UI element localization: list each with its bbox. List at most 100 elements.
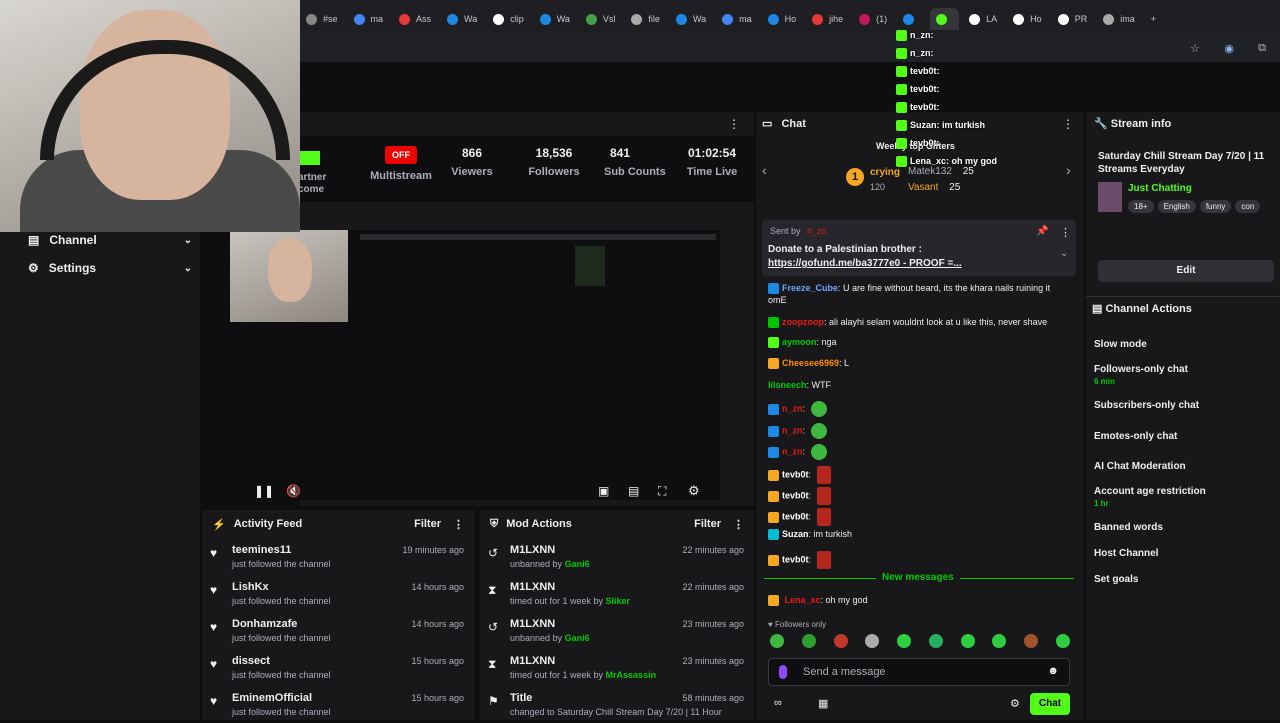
emoji-icon[interactable]: ☻ [1047, 665, 1059, 677]
more-icon[interactable]: ⋮ [1062, 117, 1074, 131]
channel-action-item[interactable]: Host Channel [1094, 548, 1158, 559]
emote-picker-icon[interactable]: ∞ [774, 697, 782, 709]
chat-username[interactable]: Lena_xc [785, 595, 821, 605]
stream-preview[interactable] [230, 230, 720, 500]
gear-icon[interactable]: ⚙ [1010, 697, 1020, 710]
fullscreen-icon[interactable]: ⛶ [658, 484, 666, 499]
activity-row[interactable]: ♥ Donhamzafe just followed the channel 14 h… [202, 612, 474, 649]
browser-tab[interactable]: file [625, 8, 666, 30]
chat-username[interactable]: tevb0t [782, 469, 809, 479]
chat-message[interactable]: tevb0t: [768, 508, 834, 526]
chat-message[interactable]: tevb0t: [768, 466, 834, 484]
sidebar-item-settings[interactable]: ⚙ Settings ⌄ [28, 256, 192, 280]
gift-icon[interactable]: ▦ [818, 697, 828, 710]
chat-message[interactable]: lilsneech: WTF [768, 380, 831, 390]
chat-message[interactable]: tevb0t: [768, 551, 834, 569]
chat-username[interactable]: n_zn [782, 425, 803, 435]
category-name[interactable]: Just Chatting [1128, 183, 1192, 194]
browser-tab[interactable]: clip [487, 8, 530, 30]
channel-action-item[interactable]: Emotes-only chat [1094, 431, 1177, 442]
chat-username[interactable]: tevb0t [782, 490, 809, 500]
channel-action-item[interactable]: Slow mode [1094, 339, 1147, 350]
gear-icon[interactable]: ⚙ [688, 483, 700, 499]
browser-tab[interactable]: ima [1097, 8, 1141, 30]
new-tab-button[interactable]: + [1145, 8, 1162, 30]
extension-icon[interactable]: ◉ [1224, 42, 1234, 55]
chevron-down-icon[interactable]: ⌄ [1060, 248, 1068, 259]
chat-username[interactable]: aymoon [782, 337, 817, 347]
gifter-name[interactable]: Vasant [908, 182, 938, 193]
emote-icon[interactable] [897, 634, 912, 648]
browser-tab[interactable]: jihe [806, 8, 849, 30]
mod-action-row[interactable]: ↺ M1LXNN unbanned by Gani6 23 minutes ago [480, 612, 754, 649]
browser-tab[interactable]: ma [348, 8, 390, 30]
browser-tab[interactable]: Ho [762, 8, 803, 30]
browser-tab[interactable]: Vsl [580, 8, 622, 30]
channel-action-item[interactable]: Account age restriction 1 hr [1094, 486, 1206, 508]
browser-tab[interactable]: (1) [853, 8, 893, 30]
activity-row[interactable]: ♥ teemines11 just followed the channel 19 m… [202, 538, 474, 575]
browser-tab[interactable]: ma [716, 8, 758, 30]
stream-tag[interactable]: con [1235, 200, 1261, 213]
more-icon[interactable]: ⋮ [733, 518, 744, 531]
chat-input[interactable]: Send a message ☻ [768, 658, 1070, 686]
multistream-stat[interactable]: OFF Multistream [366, 146, 436, 182]
chat-username[interactable]: n_zn [782, 403, 803, 413]
emote-icon[interactable] [833, 634, 848, 648]
pinned-message[interactable]: Sent by n_zn 📌 ⋮ Donate to a Palestinian… [762, 220, 1076, 276]
browser-tab[interactable]: Wa [534, 8, 576, 30]
chat-message[interactable]: aymoon: nga [768, 337, 837, 349]
stream-tag[interactable]: funny [1199, 200, 1232, 213]
chat-message[interactable]: Suzan: im turkish [768, 529, 852, 541]
pause-icon[interactable]: ❚❚ [254, 484, 274, 498]
moderator-name[interactable]: MrAssassin [606, 670, 657, 680]
mic-icon[interactable] [779, 665, 787, 679]
emote-icon[interactable] [928, 634, 943, 648]
browser-tab[interactable] [897, 8, 926, 30]
gifter-name[interactable]: Matek132 [908, 166, 952, 177]
chat-username[interactable]: zoopzoop [782, 317, 824, 327]
browser-tab[interactable]: Wa [441, 8, 483, 30]
chevron-right-icon[interactable]: › [1066, 162, 1071, 178]
channel-action-item[interactable]: Set goals [1094, 574, 1138, 585]
bookmark-star-icon[interactable]: ☆ [1190, 42, 1200, 55]
browser-tab[interactable]: Ho [1007, 8, 1048, 30]
emote-icon[interactable] [865, 634, 880, 648]
emote-icon[interactable] [1055, 634, 1070, 648]
chat-username[interactable]: n_zn [782, 446, 803, 456]
channel-action-item[interactable]: Subscribers-only chat [1094, 400, 1199, 411]
chat-message[interactable]: Freeze_Cube: U are fine without beard, i… [768, 282, 1068, 306]
chat-message[interactable]: Cheesee6969: L [768, 358, 849, 370]
chevron-left-icon[interactable]: ‹ [762, 162, 767, 178]
activity-row[interactable]: ♥ dissect just followed the channel 15 hour… [202, 649, 474, 686]
chat-message[interactable]: Lena_xc: oh my god [768, 595, 868, 607]
moderator-name[interactable]: Sliker [606, 596, 631, 606]
activity-row[interactable]: ♥ LishKx just followed the channel 14 hours… [202, 575, 474, 612]
address-bar[interactable]: ☆ ◉ ⧉ [300, 36, 1280, 62]
browser-tab[interactable]: Ass [393, 8, 437, 30]
mod-action-row[interactable]: ⧗ M1LXNN timed out for 1 week by MrAssassi… [480, 649, 754, 686]
activity-row[interactable]: ♥ EminemOfficial just followed the channel… [202, 686, 474, 723]
chat-message[interactable]: zoopzoop: ali alayhi selam wouldnt look … [768, 316, 1068, 329]
chat-message[interactable]: n_zn: [768, 444, 830, 460]
emote-icon[interactable] [770, 634, 784, 648]
mod-action-row[interactable]: ↺ M1LXNN unbanned by Gani6 22 minutes ago [480, 538, 754, 575]
browser-tab[interactable]: Wa [670, 8, 712, 30]
browser-tab[interactable]: LA [963, 8, 1003, 30]
chat-message[interactable]: n_zn: [768, 401, 830, 417]
mute-icon[interactable]: 🔇 [286, 484, 301, 498]
emote-icon[interactable] [960, 634, 975, 648]
channel-action-item[interactable]: Banned words [1094, 522, 1163, 533]
channel-action-item[interactable]: Followers-only chat 6 min [1094, 364, 1188, 386]
pip-icon[interactable]: ▣ [598, 484, 609, 498]
chat-message[interactable]: n_zn: [768, 423, 830, 439]
mod-filter-button[interactable]: Filter [694, 518, 721, 530]
activity-filter-button[interactable]: Filter [414, 518, 441, 530]
chat-username[interactable]: tevb0t [782, 554, 809, 564]
chat-message[interactable]: tevb0t: [768, 487, 834, 505]
emote-icon[interactable] [992, 634, 1007, 648]
stream-tag[interactable]: English [1157, 200, 1196, 213]
browser-tab[interactable]: PR [1052, 8, 1094, 30]
theater-icon[interactable]: ▤ [628, 484, 639, 498]
moderator-name[interactable]: Gani6 [565, 633, 590, 643]
